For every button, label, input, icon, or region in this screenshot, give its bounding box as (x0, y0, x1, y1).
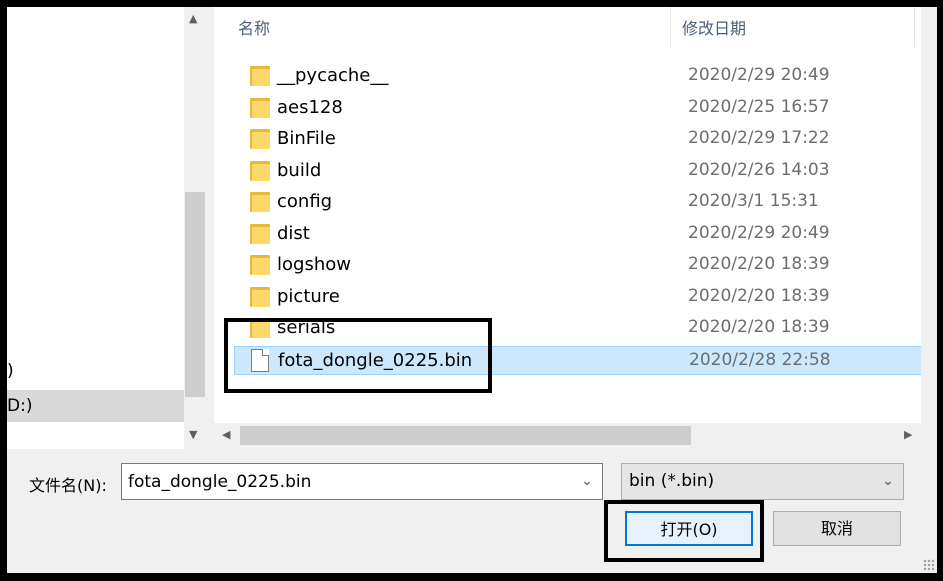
nav-scroll-thumb[interactable] (185, 192, 205, 397)
folder-icon (250, 286, 270, 307)
scroll-left-icon[interactable]: ◀ (222, 429, 230, 440)
nav-item-drive-d[interactable]: D:) (7, 390, 184, 422)
nav-item-drive[interactable]: ) (7, 361, 184, 387)
column-header-name[interactable]: 名称 (238, 15, 270, 39)
list-item-date: 2020/2/29 20:49 (688, 222, 830, 243)
list-item[interactable]: __pycache__2020/2/29 20:49文 (234, 62, 937, 91)
nav-vertical-scrollbar[interactable]: ▲ ▼ (184, 7, 206, 449)
filename-input[interactable] (122, 464, 562, 499)
list-item-date: 2020/2/29 17:22 (688, 128, 830, 148)
highlight-box-file (224, 318, 492, 393)
list-item[interactable]: config2020/3/1 15:31文 (234, 188, 937, 217)
scroll-down-icon[interactable]: ▼ (189, 429, 197, 440)
scroll-up-icon[interactable]: ▲ (189, 13, 197, 24)
list-item-name: build (277, 159, 322, 181)
list-item-date: 2020/2/20 18:39 (688, 254, 830, 274)
list-horizontal-scrollbar[interactable]: ◀ ▶ (214, 423, 920, 448)
folder-icon (250, 129, 270, 149)
file-open-dialog: ) D:) ▲ ▼ 名称 修改日期 类 __pycache__2020/2/29… (7, 7, 937, 573)
filetype-select[interactable]: bin (*.bin) ⌄ (621, 463, 904, 500)
filetype-value: bin (*.bin) (629, 471, 715, 491)
list-item[interactable]: BinFile2020/2/29 17:22文 (234, 125, 937, 154)
list-item-date: 2020/3/1 15:31 (688, 191, 819, 211)
folder-icon (250, 66, 270, 86)
nav-item-label: ) (7, 361, 14, 381)
scroll-right-icon[interactable]: ▶ (904, 429, 912, 440)
list-vertical-scrollbar[interactable] (921, 7, 937, 423)
folder-icon (250, 223, 270, 244)
list-item-name: BinFile (277, 128, 336, 149)
folder-icon (250, 97, 270, 118)
list-item-name: dist (277, 222, 310, 244)
filename-label: 文件名(N): (29, 476, 107, 495)
list-item[interactable]: picture2020/2/20 18:39文 (234, 283, 937, 312)
list-item-name: __pycache__ (277, 65, 389, 86)
cancel-button[interactable]: 取消 (773, 511, 901, 546)
list-item-name: logshow (277, 254, 351, 275)
horizontal-scroll-thumb[interactable] (240, 426, 691, 445)
list-item-name: picture (277, 285, 340, 307)
resize-grip[interactable] (923, 559, 935, 571)
list-item-date: 2020/2/25 16:57 (688, 96, 830, 117)
highlight-box-open-button (604, 500, 764, 562)
folder-icon (250, 160, 270, 181)
folder-icon (250, 255, 270, 275)
list-item[interactable]: aes1282020/2/25 16:57文 (234, 94, 937, 123)
chevron-down-icon[interactable]: ⌄ (572, 464, 602, 499)
column-header-date[interactable]: 修改日期 (682, 15, 746, 39)
list-item[interactable]: logshow2020/2/20 18:39文 (234, 251, 937, 280)
column-divider[interactable] (670, 7, 671, 47)
navigation-pane: ) D:) (7, 7, 184, 449)
list-item[interactable]: build2020/2/26 14:03文 (234, 157, 937, 186)
list-item-date: 2020/2/20 18:39 (688, 317, 830, 337)
nav-item-label: D:) (7, 396, 33, 416)
list-item-date: 2020/2/29 20:49 (688, 65, 830, 85)
chevron-down-icon[interactable]: ⌄ (873, 464, 903, 499)
folder-icon (250, 192, 270, 212)
filename-combobox[interactable]: ⌄ (121, 463, 603, 500)
list-item-date: 2020/2/20 18:39 (688, 285, 830, 306)
list-item-name: aes128 (277, 96, 343, 118)
list-item-name: config (277, 191, 333, 212)
list-item-date: 2020/2/28 22:58 (689, 349, 831, 370)
column-divider[interactable] (914, 7, 915, 47)
list-item-date: 2020/2/26 14:03 (688, 159, 830, 180)
list-item[interactable]: dist2020/2/29 20:49文 (234, 220, 937, 249)
